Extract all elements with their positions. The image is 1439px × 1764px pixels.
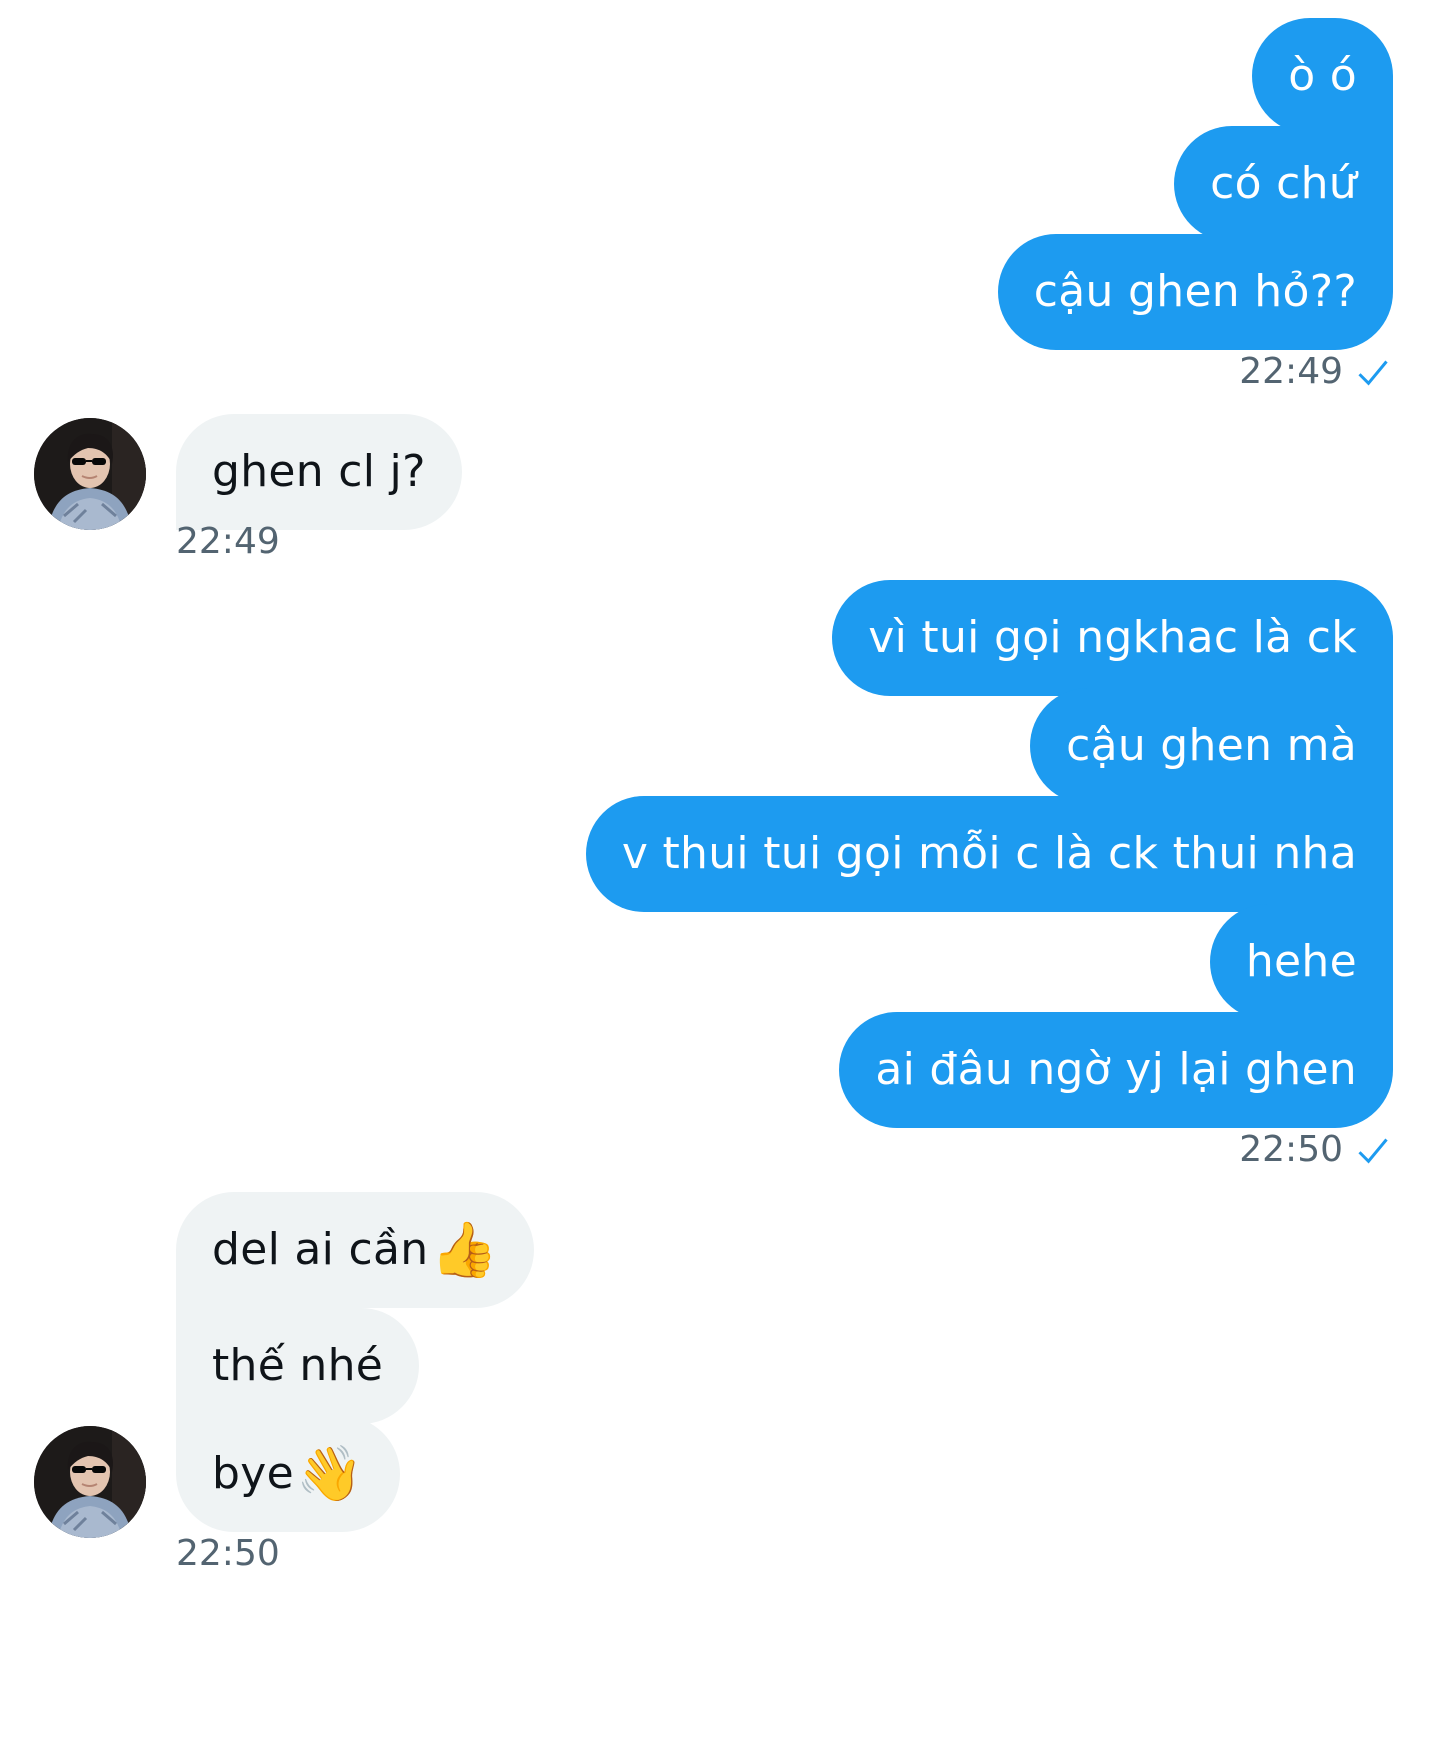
message-text: del ai cần	[212, 1224, 429, 1275]
message-text: bye	[212, 1448, 294, 1499]
message-meta-outgoing: 22:49	[1239, 348, 1391, 396]
profile-avatar[interactable]	[34, 1426, 146, 1538]
message-bubble-outgoing[interactable]: vì tui gọi ngkhac là ck	[832, 580, 1393, 696]
message-bubble-outgoing[interactable]: v thui tui gọi mỗi c là ck thui nha	[585, 796, 1393, 912]
profile-avatar[interactable]	[34, 418, 146, 530]
message-timestamp: 22:49	[1239, 351, 1343, 392]
check-icon	[1358, 360, 1388, 386]
message-bubble-incoming[interactable]: bye👋	[176, 1416, 400, 1532]
message-bubble-incoming[interactable]: thế nhé	[176, 1308, 420, 1424]
message-bubble-incoming[interactable]: del ai cần👍	[176, 1192, 534, 1308]
message-meta-outgoing: 22:50	[1239, 1126, 1391, 1174]
message-bubble-outgoing[interactable]: có chứ	[1174, 126, 1393, 242]
waving-hand-icon: 👋	[295, 1442, 364, 1505]
message-bubble-outgoing[interactable]: hehe	[1209, 904, 1393, 1020]
message-timestamp: 22:49	[176, 521, 280, 562]
message-bubble-outgoing[interactable]: cậu ghen mà	[1030, 688, 1393, 804]
avatar-image	[34, 418, 146, 530]
message-bubble-outgoing[interactable]: cậu ghen hỏ??	[997, 234, 1393, 350]
message-timestamp: 22:50	[176, 1533, 280, 1574]
message-bubble-outgoing[interactable]: ò ó	[1252, 18, 1393, 134]
message-text: thế nhé	[212, 1340, 384, 1391]
thumbs-up-icon: 👍	[430, 1218, 498, 1281]
message-timestamp: 22:50	[1239, 1129, 1343, 1170]
message-bubble-outgoing[interactable]: ai đâu ngờ yj lại ghen	[839, 1012, 1393, 1128]
message-bubble-incoming[interactable]: ghen cl j?	[176, 414, 462, 530]
avatar-image	[34, 1426, 146, 1538]
check-icon	[1358, 1138, 1388, 1164]
